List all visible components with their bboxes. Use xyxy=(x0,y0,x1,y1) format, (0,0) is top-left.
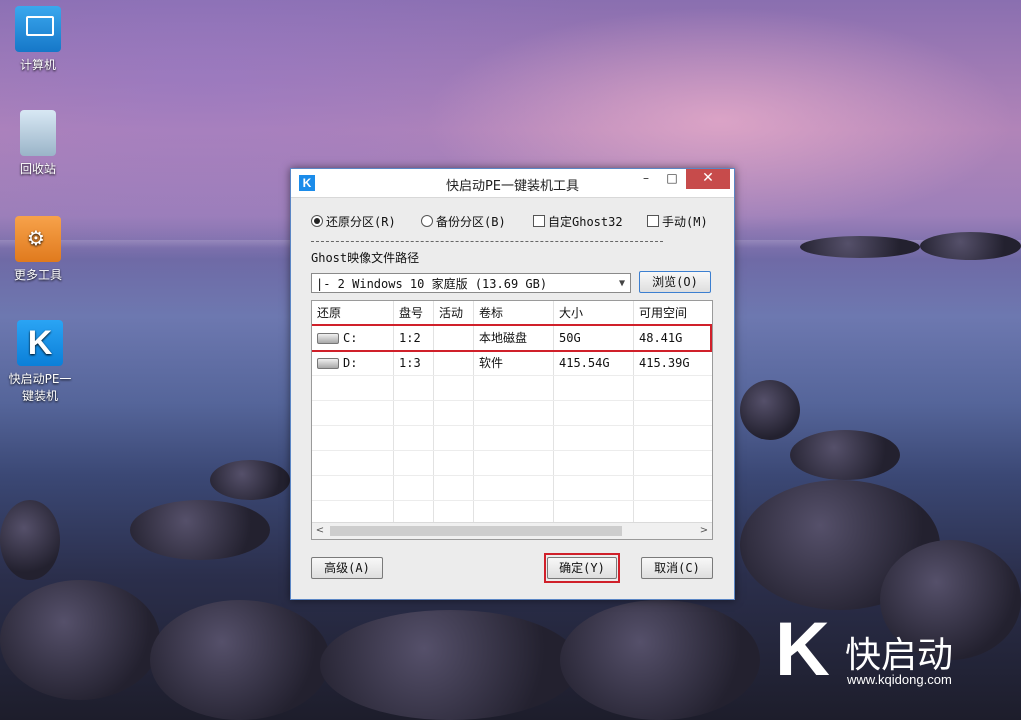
installer-window: K 快启动PE一键装机工具 – □ ✕ 还原分区(R) 备份分区(B) 自定Gh… xyxy=(290,168,735,600)
ghost-path-label: Ghost映像文件路径 xyxy=(311,251,420,265)
column-header-restore[interactable]: 还原 xyxy=(312,301,394,325)
ok-button[interactable]: 确定(Y) xyxy=(547,557,617,579)
row-divider xyxy=(312,500,712,501)
row-divider xyxy=(312,475,712,476)
maximize-button[interactable]: □ xyxy=(661,169,683,189)
hard-drive-icon xyxy=(317,358,339,369)
brand-url: www.kqidong.com xyxy=(847,672,952,687)
chevron-down-icon[interactable]: ▼ xyxy=(614,274,630,292)
scroll-right-icon[interactable]: > xyxy=(696,523,712,539)
selected-row-highlight xyxy=(312,324,712,352)
free-cell: 415.39G xyxy=(639,356,690,370)
rock xyxy=(210,460,290,500)
row-divider xyxy=(312,400,712,401)
backup-partition-label: 备份分区(B) xyxy=(436,215,506,229)
browse-button[interactable]: 浏览(O) xyxy=(639,271,711,293)
empty-row xyxy=(312,426,712,450)
rock xyxy=(560,600,760,720)
empty-row xyxy=(312,476,712,500)
empty-row xyxy=(312,376,712,400)
disk-cell: 1:3 xyxy=(394,351,434,375)
cancel-button[interactable]: 取消(C) xyxy=(641,557,713,579)
rock xyxy=(740,380,800,440)
ghost-image-select[interactable]: |- 2 Windows 10 家庭版 (13.69 GB) ▼ xyxy=(311,273,631,293)
column-header-free[interactable]: 可用空间 xyxy=(634,301,712,325)
custom-ghost-label: 自定Ghost32 xyxy=(548,215,623,229)
checkbox-icon xyxy=(533,215,545,227)
rock xyxy=(0,500,60,580)
row-divider xyxy=(312,450,712,451)
drive-letter: D: xyxy=(343,356,358,370)
title-bar[interactable]: K 快启动PE一键装机工具 – □ ✕ xyxy=(291,169,734,198)
brand-name: 快启动 xyxy=(845,635,954,676)
rock xyxy=(790,430,900,480)
desktop-icon-installer[interactable]: K 快启动PE一键装机 xyxy=(3,320,77,404)
column-header-active[interactable]: 活动 xyxy=(434,301,474,325)
column-header-disk[interactable]: 盘号 xyxy=(394,301,434,325)
rock xyxy=(130,500,270,560)
radio-icon xyxy=(421,215,433,227)
backup-partition-radio[interactable]: 备份分区(B) xyxy=(421,213,506,230)
desktop-icon-label: 快启动PE一键装机 xyxy=(8,372,72,403)
empty-row xyxy=(312,451,712,475)
drive-cell: D: xyxy=(312,351,394,375)
kqidong-logo-icon: K xyxy=(17,320,63,366)
rock xyxy=(0,580,160,700)
column-header-label[interactable]: 卷标 xyxy=(474,301,554,325)
ghost-image-value: |- 2 Windows 10 家庭版 (13.69 GB) xyxy=(316,277,548,291)
scroll-left-icon[interactable]: < xyxy=(312,523,328,539)
table-row-d[interactable]: D: 1:3 软件 415.54G 415.39G xyxy=(312,351,712,375)
partition-table: 还原 盘号 活动 卷标 大小 可用空间 C: 1:2 本地磁盘 50G 48.4… xyxy=(311,300,713,540)
rock xyxy=(150,600,330,720)
folder-gear-icon xyxy=(15,216,61,262)
checkbox-icon xyxy=(647,215,659,227)
empty-row xyxy=(312,401,712,425)
column-header-size[interactable]: 大小 xyxy=(554,301,634,325)
desktop-icon-label: 更多工具 xyxy=(13,268,62,282)
desktop-icon-label: 回收站 xyxy=(19,162,56,176)
advanced-button[interactable]: 高级(A) xyxy=(311,557,383,579)
minimize-button[interactable]: – xyxy=(635,169,657,189)
row-divider xyxy=(312,425,712,426)
rock xyxy=(320,610,580,720)
brand-logo-icon: K xyxy=(775,607,830,692)
restore-partition-label: 还原分区(R) xyxy=(326,215,396,229)
recycle-bin-icon xyxy=(20,110,56,156)
active-cell xyxy=(434,351,474,375)
close-button[interactable]: ✕ xyxy=(686,169,730,189)
computer-icon xyxy=(15,6,61,52)
scrollbar-thumb[interactable] xyxy=(330,526,622,536)
row-divider xyxy=(312,375,712,376)
size-cell: 415.54G xyxy=(554,351,634,375)
table-header: 还原 盘号 活动 卷标 大小 可用空间 xyxy=(312,301,712,326)
rock xyxy=(800,236,920,258)
custom-ghost-checkbox[interactable]: 自定Ghost32 xyxy=(533,213,623,230)
desktop-icon-computer[interactable]: 计算机 xyxy=(3,6,73,73)
restore-partition-radio[interactable]: 还原分区(R) xyxy=(311,213,396,230)
manual-label: 手动(M) xyxy=(662,215,708,229)
horizontal-scrollbar[interactable]: < > xyxy=(312,522,712,539)
rock xyxy=(920,232,1021,260)
separator xyxy=(311,241,663,242)
desktop-icon-recycle-bin[interactable]: 回收站 xyxy=(3,110,73,177)
radio-selected-icon xyxy=(311,215,323,227)
desktop-icon-more-tools[interactable]: 更多工具 xyxy=(3,216,73,283)
label-cell: 软件 xyxy=(474,351,554,375)
desktop-icon-label: 计算机 xyxy=(19,58,56,72)
manual-checkbox[interactable]: 手动(M) xyxy=(647,213,708,230)
